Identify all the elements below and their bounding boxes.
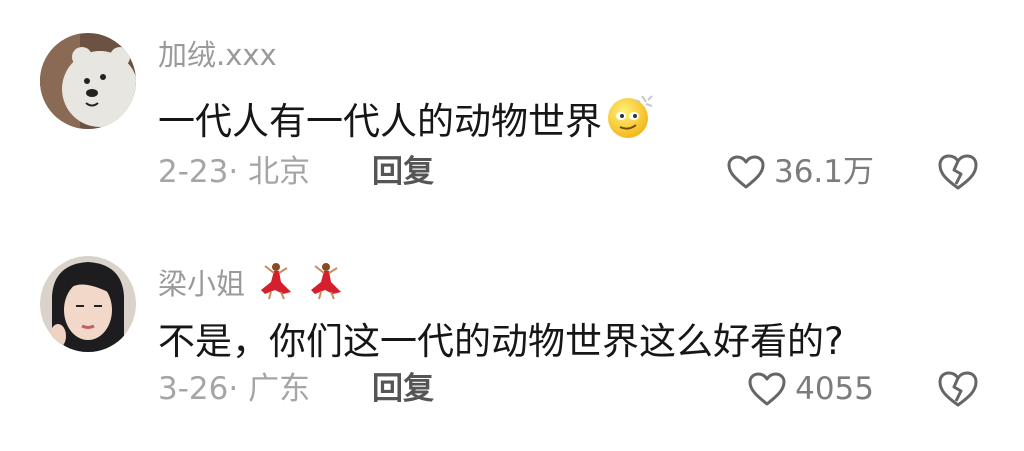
heart-icon <box>727 155 765 189</box>
avatar[interactable] <box>40 33 136 129</box>
date-location: 3-26· 广东 <box>158 371 311 407</box>
reply-button[interactable]: 回复 <box>372 371 434 407</box>
username-text: 加绒.xxx <box>158 38 277 72</box>
date-location: 2-23· 北京 <box>158 154 311 190</box>
dancer-emoji-icon <box>305 260 345 307</box>
comment-content: 一代人有一代人的动物世界 <box>158 92 654 151</box>
like-button[interactable]: 36.1万 <box>726 154 874 190</box>
comment-text: 一代人有一代人的动物世界 <box>158 99 602 143</box>
heart-icon <box>748 372 786 406</box>
comment-content: 不是，你们这一代的动物世界这么好看的? <box>158 319 844 365</box>
like-count: 4055 <box>795 371 874 407</box>
username[interactable]: 加绒.xxx <box>158 38 277 72</box>
comment-item: 梁小姐 不是，你们这一代的动物世界这么好看的? 3-26· 广东 回复 4055 <box>0 232 1024 432</box>
broken-heart-icon <box>938 154 978 190</box>
dislike-button[interactable] <box>936 369 980 409</box>
girl-avatar-image <box>40 256 136 352</box>
bear-avatar-image <box>40 33 136 129</box>
comment-item: 加绒.xxx 一代人有一代人的动物世界 2-23· 北京 回复 36.1万 <box>0 0 1024 200</box>
dislike-button[interactable] <box>936 152 980 192</box>
username[interactable]: 梁小姐 <box>158 260 345 307</box>
reply-button[interactable]: 回复 <box>372 154 434 190</box>
like-button[interactable]: 4055 <box>747 371 874 407</box>
avatar[interactable] <box>40 256 136 352</box>
username-text: 梁小姐 <box>158 266 246 301</box>
smirk-emoji-icon <box>606 92 654 151</box>
like-count: 36.1万 <box>773 154 874 190</box>
broken-heart-icon <box>938 371 978 407</box>
comment-text: 不是，你们这一代的动物世界这么好看的? <box>158 320 844 363</box>
dancer-emoji-icon <box>255 260 295 307</box>
